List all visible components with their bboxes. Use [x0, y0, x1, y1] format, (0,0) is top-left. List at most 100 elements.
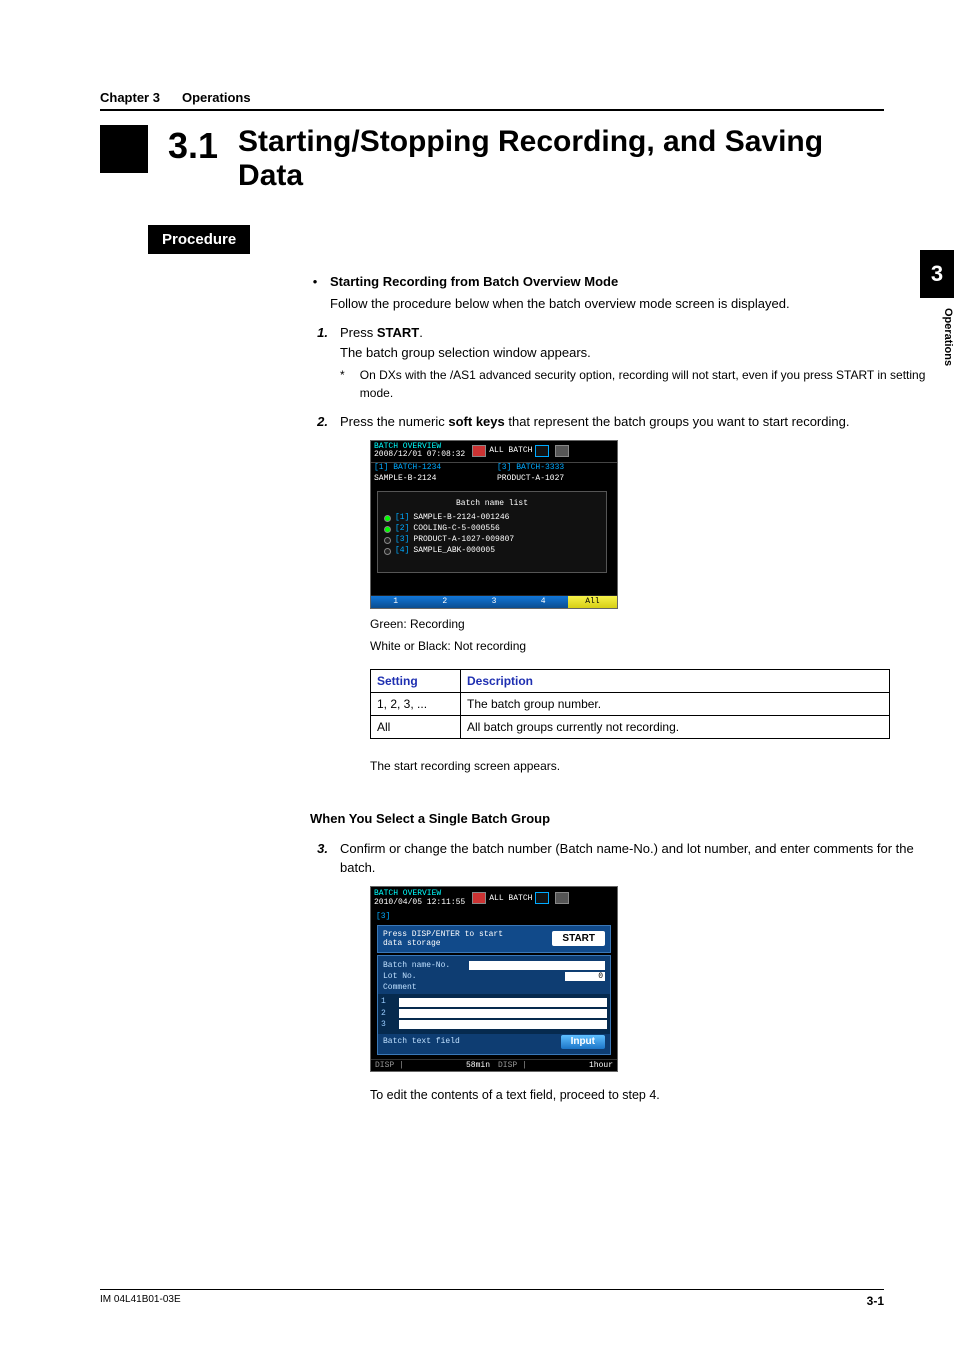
- dev2-bottom-bar: DISP |58min DISP |1hour: [371, 1059, 617, 1071]
- step-2-number: 2.: [310, 412, 328, 793]
- chapter-label: Chapter 3: [100, 90, 160, 105]
- dev1-col-r-bot: PRODUCT-A-1027: [494, 474, 617, 485]
- step-2-text: Press the numeric soft keys that represe…: [340, 412, 950, 432]
- td-desc-1: The batch group number.: [461, 693, 890, 716]
- comment-label-row: Comment: [383, 983, 605, 992]
- chapter-header: Chapter 3 Operations: [100, 90, 884, 111]
- device-screenshot-2: BATCH OVERVIEW 2010/04/05 12:11:55 ALL B…: [370, 886, 618, 1072]
- lot-no-field[interactable]: 0: [565, 972, 605, 981]
- lbl-batch-text: Batch text field: [383, 1037, 460, 1046]
- status-led-off: [384, 537, 391, 544]
- asterisk: *: [340, 366, 350, 402]
- disp-left[interactable]: DISP |58min: [371, 1059, 494, 1071]
- dev1-col-l-top[interactable]: [1] BATCH-1234: [371, 462, 494, 474]
- disk-icon[interactable]: [535, 445, 549, 457]
- comment-2: 2: [381, 1009, 607, 1018]
- softkey-2[interactable]: 2: [420, 595, 469, 609]
- device-screenshot-1: BATCH OVERVIEW 2008/12/01 07:08:32 ALL B…: [370, 440, 618, 610]
- td-setting-2: All: [371, 716, 461, 739]
- step-3-number: 3.: [310, 839, 328, 1105]
- status-icon[interactable]: [555, 892, 569, 904]
- td-desc-2: All batch groups currently not recording…: [461, 716, 890, 739]
- dev1-row-batch: [1] BATCH-1234 [3] BATCH-3333: [371, 462, 617, 474]
- batch-name-field[interactable]: [469, 961, 605, 970]
- dev2-body: [3] Press DISP/ENTER to start data stora…: [371, 909, 617, 1058]
- dev1-col-r-top[interactable]: [3] BATCH-3333: [494, 462, 617, 474]
- bullet-dot: •: [310, 272, 320, 313]
- step-1-line-b: The batch group selection window appears…: [340, 343, 950, 363]
- dev1-mode: ALL BATCH: [489, 447, 532, 456]
- start-button[interactable]: START: [552, 931, 605, 947]
- comment-field-3[interactable]: [399, 1020, 607, 1029]
- lbl-batch-name: Batch name-No.: [383, 961, 465, 970]
- softkey-1[interactable]: 1: [371, 595, 420, 609]
- dev2-prompt: Press DISP/ENTER to start data storage: [383, 930, 503, 948]
- step-1-note: * On DXs with the /AS1 advanced security…: [340, 366, 950, 402]
- record-icon[interactable]: [472, 445, 486, 457]
- side-tab-number: 3: [920, 250, 954, 298]
- disp-right[interactable]: DISP |1hour: [494, 1059, 617, 1071]
- input-button[interactable]: Input: [561, 1035, 605, 1049]
- device-2-header: BATCH OVERVIEW 2010/04/05 12:11:55 ALL B…: [371, 887, 617, 909]
- device-1-header: BATCH OVERVIEW 2008/12/01 07:08:32 ALL B…: [371, 441, 617, 463]
- footer-code: IM 04L41B01-03E: [100, 1294, 181, 1308]
- td-setting-1: 1, 2, 3, ...: [371, 693, 461, 716]
- comment-1: 1: [381, 997, 607, 1006]
- table-row: 1, 2, 3, ... The batch group number.: [371, 693, 890, 716]
- dev1-body: Batch name list [1]SAMPLE-B-2124-001246 …: [371, 485, 617, 595]
- th-description: Description: [461, 670, 890, 693]
- step-1-line-a: Press START.: [340, 323, 950, 343]
- section-title-row: 3.1 Starting/Stopping Recording, and Sav…: [100, 125, 884, 193]
- batch-row-3[interactable]: [3]PRODUCT-A-1027-009807: [384, 536, 600, 545]
- batch-row-2[interactable]: [2]COOLING-C-5-000556: [384, 525, 600, 534]
- dev1-softkeys: 1 2 3 4 All: [371, 595, 617, 609]
- comment-field-2[interactable]: [399, 1009, 607, 1018]
- dev2-title: BATCH OVERVIEW: [374, 889, 469, 898]
- table-row: All All batch groups currently not recor…: [371, 716, 890, 739]
- dev1-row-sample: SAMPLE-B-2124 PRODUCT-A-1027: [371, 474, 617, 485]
- bullet-heading: Starting Recording from Batch Overview M…: [330, 272, 790, 292]
- softkey-3[interactable]: 3: [469, 595, 518, 609]
- section-title: Starting/Stopping Recording, and Saving …: [238, 125, 884, 193]
- sub-heading: When You Select a Single Batch Group: [310, 809, 950, 829]
- batch-text-row: Batch text field Input: [383, 1035, 605, 1049]
- dev2-date: 2010/04/05 12:11:55: [374, 898, 465, 907]
- lbl-comment: Comment: [383, 983, 465, 992]
- side-tab-label: Operations: [920, 308, 954, 366]
- legend-green: Green: Recording: [370, 615, 950, 633]
- dev2-mode: ALL BATCH: [489, 894, 532, 903]
- step-3: 3. Confirm or change the batch number (B…: [310, 839, 950, 1105]
- th-setting: Setting: [371, 670, 461, 693]
- record-icon[interactable]: [472, 892, 486, 904]
- dev2-form: Batch name-No. Lot No. 0 Comment: [377, 955, 611, 1055]
- dev2-tab[interactable]: [3]: [373, 911, 615, 922]
- lbl-lot-no: Lot No.: [383, 972, 465, 981]
- section-number: 3.1: [168, 125, 218, 167]
- dev1-col-l-bot: SAMPLE-B-2124: [371, 474, 494, 485]
- batch-name-row: Batch name-No.: [383, 961, 605, 970]
- step-3-text: Confirm or change the batch number (Batc…: [340, 839, 950, 878]
- status-led-green: [384, 526, 391, 533]
- footer-page: 3-1: [867, 1294, 884, 1308]
- batch-row-4[interactable]: [4]SAMPLE_ABK-000005: [384, 547, 600, 556]
- step-1-number: 1.: [310, 323, 328, 402]
- batch-name-list: Batch name list [1]SAMPLE-B-2124-001246 …: [377, 491, 607, 573]
- batch-row-1[interactable]: [1]SAMPLE-B-2124-001246: [384, 514, 600, 523]
- title-ornament: [100, 125, 148, 173]
- disk-icon[interactable]: [535, 892, 549, 904]
- comment-field-1[interactable]: [399, 998, 607, 1007]
- procedure-heading: Procedure: [148, 225, 250, 254]
- after-table-text: The start recording screen appears.: [370, 757, 950, 775]
- step-1: 1. Press START. The batch group selectio…: [310, 323, 950, 402]
- batch-list-title: Batch name list: [384, 500, 600, 509]
- status-icon[interactable]: [555, 445, 569, 457]
- softkey-all[interactable]: All: [568, 595, 617, 609]
- content-area: • Starting Recording from Batch Overview…: [310, 272, 950, 1104]
- dev2-prompt-box: Press DISP/ENTER to start data storage S…: [377, 925, 611, 953]
- after-device-2-text: To edit the contents of a text field, pr…: [370, 1086, 950, 1105]
- softkey-4[interactable]: 4: [519, 595, 568, 609]
- status-led-green: [384, 515, 391, 522]
- bullet-heading-row: • Starting Recording from Batch Overview…: [310, 272, 950, 313]
- legend-white: White or Black: Not recording: [370, 637, 950, 655]
- page-footer: IM 04L41B01-03E 3-1: [100, 1289, 884, 1308]
